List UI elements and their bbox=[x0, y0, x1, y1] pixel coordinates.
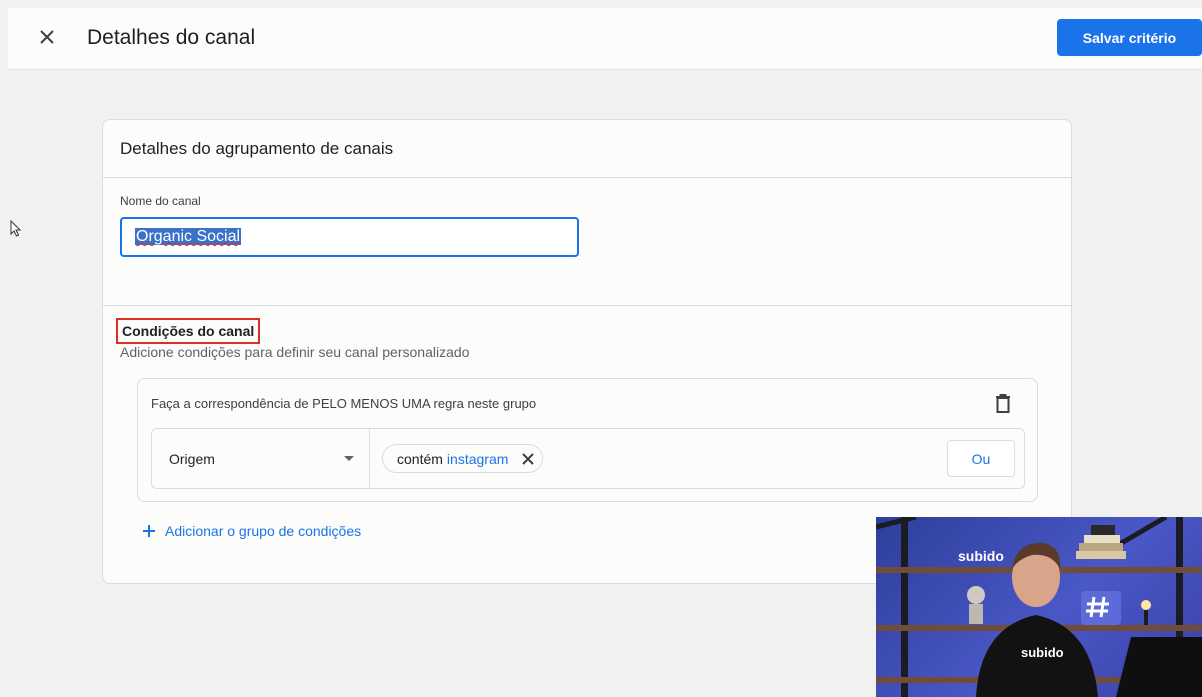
condition-chip[interactable]: contém instagram bbox=[382, 444, 544, 473]
channel-group-card: Detalhes do agrupamento de canais Nome d… bbox=[102, 119, 1072, 584]
channel-name-label: Nome do canal bbox=[120, 194, 201, 208]
chip-operator: contém bbox=[397, 451, 443, 467]
channel-name-input[interactable]: Organic Social bbox=[120, 217, 579, 257]
webcam-image: subido subido bbox=[876, 517, 1202, 697]
remove-chip-icon[interactable] bbox=[520, 451, 536, 467]
chip-value: instagram bbox=[446, 451, 509, 467]
conditions-title: Condições do canal bbox=[116, 318, 261, 344]
plus-icon bbox=[143, 525, 155, 537]
channel-name-value: Organic Social bbox=[135, 228, 242, 245]
page-title: Detalhes do canal bbox=[87, 26, 256, 49]
card-title: Detalhes do agrupamento de canais bbox=[103, 120, 1071, 178]
top-bar: Detalhes do canal Salvar critério bbox=[8, 8, 1202, 70]
add-condition-group-button[interactable]: Adicionar o grupo de condições bbox=[142, 523, 361, 539]
dimension-value: Origem bbox=[169, 451, 215, 467]
delete-group-button[interactable] bbox=[990, 391, 1016, 417]
close-button[interactable] bbox=[34, 24, 60, 50]
channel-name-section: Nome do canal Organic Social bbox=[103, 178, 1071, 306]
dropdown-arrow-icon bbox=[344, 456, 354, 461]
svg-text:subido: subido bbox=[958, 548, 1004, 564]
save-button[interactable]: Salvar critério bbox=[1057, 19, 1202, 56]
close-icon bbox=[40, 30, 54, 44]
webcam-overlay: subido subido bbox=[876, 517, 1202, 697]
group-match-description: Faça a correspondência de PELO MENOS UMA… bbox=[151, 396, 537, 411]
svg-text:subido: subido bbox=[1021, 645, 1064, 660]
trash-icon bbox=[996, 394, 1010, 413]
condition-group: Faça a correspondência de PELO MENOS UMA… bbox=[137, 378, 1038, 502]
or-button[interactable]: Ou bbox=[947, 440, 1015, 477]
dimension-dropdown[interactable]: Origem bbox=[152, 429, 370, 488]
conditions-subtitle: Adicione condições para definir seu cana… bbox=[120, 344, 470, 360]
add-group-label: Adicionar o grupo de condições bbox=[165, 523, 362, 539]
condition-rule: Origem contém instagram Ou bbox=[151, 428, 1025, 489]
mouse-cursor-icon bbox=[10, 220, 22, 237]
